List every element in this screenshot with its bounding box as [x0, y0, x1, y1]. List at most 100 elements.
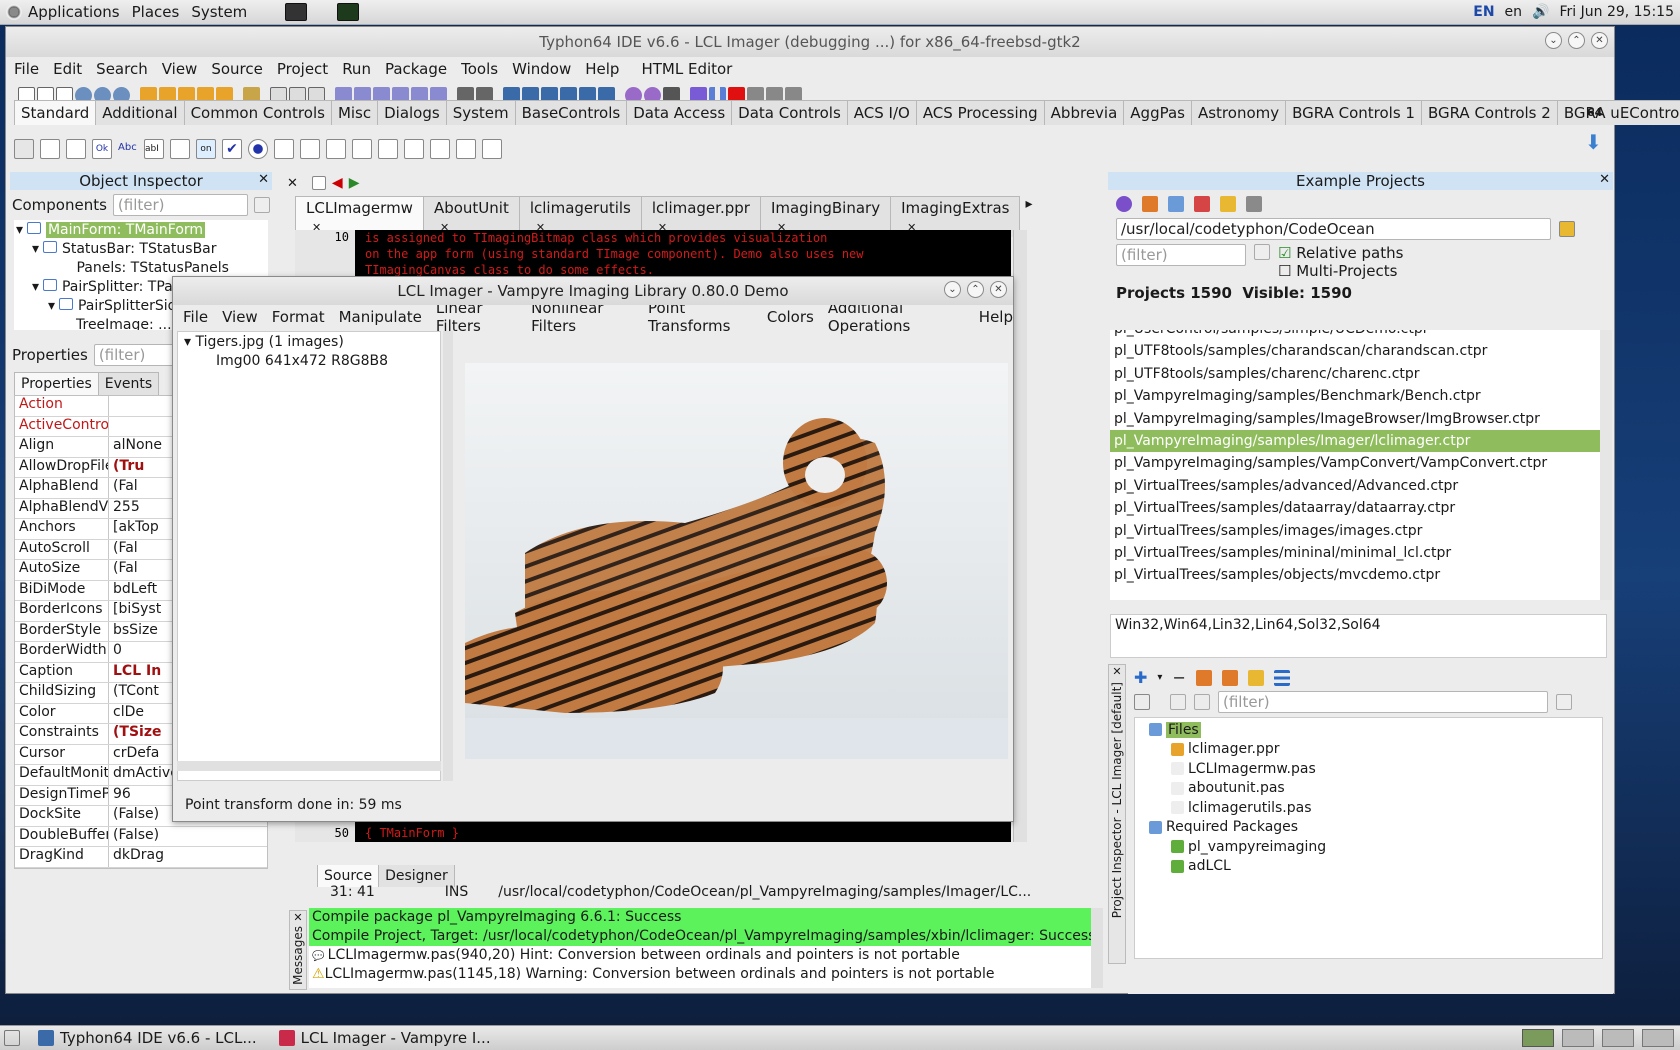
back-arrow-icon[interactable]: ◀ — [332, 175, 343, 191]
property-value[interactable]: (Fal — [109, 540, 138, 560]
menu-applications[interactable]: Applications — [28, 3, 120, 21]
tree-item[interactable]: ▾ StatusBar: TStatusBar — [16, 241, 266, 260]
menu-help[interactable]: Help — [585, 60, 619, 78]
project-list-item[interactable]: pl_UTF8tools/samples/charandscan/charand… — [1110, 340, 1602, 362]
list-scrollbar[interactable] — [1600, 330, 1612, 600]
project-list-item[interactable]: pl_VirtualTrees/samples/images/images.ct… — [1110, 520, 1602, 542]
terminal-launcher-icon[interactable] — [285, 3, 308, 21]
project-list-item[interactable]: pl_VampyreImaging/samples/Imager/lclimag… — [1110, 429, 1602, 453]
edit-component-icon[interactable]: abI — [144, 139, 164, 159]
menu-help[interactable]: Help — [979, 308, 1013, 326]
volume-icon[interactable]: 🔊 — [1532, 4, 1549, 20]
tree-scrollbar-h[interactable] — [177, 761, 441, 771]
toggle-component-icon[interactable]: on — [196, 139, 216, 159]
tab-system[interactable]: System — [445, 100, 516, 125]
project-list-item[interactable]: pl_VirtualTrees/samples/objects/mvcdemo.… — [1110, 564, 1602, 586]
actionlist-component-icon[interactable] — [482, 139, 502, 159]
workspace-3[interactable] — [1602, 1029, 1634, 1047]
menu-icon[interactable] — [1273, 669, 1290, 686]
close-button[interactable]: ✕ — [1591, 32, 1608, 49]
folder-icon[interactable] — [1220, 196, 1236, 212]
tab-aggpas[interactable]: AggPas — [1123, 100, 1192, 125]
tab-standard[interactable]: Standard — [14, 100, 97, 125]
close-icon[interactable]: ✕ — [258, 172, 269, 187]
button-component-icon[interactable]: Ok — [92, 139, 112, 159]
tab-bgra-controls-1[interactable]: BGRA Controls 1 — [1285, 100, 1422, 125]
menu-window[interactable]: Window — [512, 60, 571, 78]
menu-html-editor[interactable]: HTML Editor — [641, 60, 732, 78]
menu-format[interactable]: Format — [272, 308, 325, 326]
message-line[interactable]: Compile Project, Target: /usr/local/code… — [309, 927, 1091, 946]
minimize-button[interactable]: ⌄ — [944, 281, 961, 298]
property-value[interactable]: 0 — [109, 642, 122, 662]
taskbar-item-typhon[interactable]: Typhon64 IDE v6.6 - LCL... — [30, 1027, 265, 1049]
radiogroup-component-icon[interactable] — [378, 139, 398, 159]
menu-places[interactable]: Places — [132, 3, 180, 21]
minimize-button[interactable]: ⌄ — [1545, 32, 1562, 49]
download-arrow-icon[interactable]: ⬇ — [1585, 130, 1602, 154]
tab-bgra-uecontrols[interactable]: BGRA uEControls — [1556, 100, 1680, 125]
close-icon[interactable]: ✕ — [290, 911, 306, 924]
property-value[interactable] — [109, 396, 113, 416]
tab-bgra-controls-2[interactable]: BGRA Controls 2 — [1420, 100, 1558, 125]
project-list-item[interactable]: pl_UserControl/samples/simple/UCDemo.ctp… — [1110, 330, 1602, 340]
tab-misc[interactable]: Misc — [330, 100, 379, 125]
property-value[interactable]: (TCont — [109, 683, 159, 703]
project-list-item[interactable]: pl_VirtualTrees/samples/dataarray/dataar… — [1110, 497, 1602, 519]
workspace-4[interactable] — [1642, 1029, 1674, 1047]
property-value[interactable]: dkDrag — [109, 847, 164, 867]
tab-common-controls[interactable]: Common Controls — [183, 100, 332, 125]
tab-properties[interactable]: Properties — [14, 372, 99, 395]
project-tree-item[interactable]: adLCL — [1139, 857, 1598, 877]
tree-root[interactable]: ▾ Tigers.jpg (1 images) — [178, 332, 440, 352]
options-icon[interactable] — [1247, 669, 1264, 686]
menu-project[interactable]: Project — [277, 60, 328, 78]
maximize-button[interactable]: ⌃ — [967, 281, 984, 298]
property-value[interactable]: (Tru — [109, 458, 144, 478]
close-icon[interactable]: ✕ — [1109, 665, 1125, 678]
frame-component-icon[interactable] — [456, 139, 476, 159]
project-tree-item[interactable]: LCLImagermw.pas — [1139, 759, 1598, 779]
project-tree-item[interactable]: lclimager.ppr — [1139, 740, 1598, 760]
combobox-component-icon[interactable] — [300, 139, 320, 159]
forward-arrow-icon[interactable]: ▶ — [349, 175, 360, 191]
property-value[interactable]: (Fal — [109, 560, 138, 580]
menu-colors[interactable]: Colors — [767, 308, 814, 326]
listbox-component-icon[interactable] — [274, 139, 294, 159]
menu-file[interactable]: File — [14, 60, 39, 78]
tab-abbrevia[interactable]: Abbrevia — [1043, 100, 1125, 125]
property-value[interactable]: LCL In — [109, 663, 161, 683]
tab-events[interactable]: Events — [97, 372, 160, 395]
path-input[interactable]: /usr/local/codetyphon/CodeOcean — [1116, 218, 1551, 240]
popup-menu-component-icon[interactable] — [66, 139, 86, 159]
messages-scrollbar[interactable] — [1091, 908, 1103, 988]
tab-acs-io[interactable]: ACS I/O — [846, 100, 917, 125]
workspace-1[interactable] — [1522, 1029, 1554, 1047]
memo-component-icon[interactable] — [170, 139, 190, 159]
project-list-item[interactable]: pl_VirtualTrees/samples/mininal/minimal_… — [1110, 542, 1602, 564]
browse-folder-icon[interactable] — [1559, 221, 1575, 237]
add-icon[interactable]: ✚ — [1134, 668, 1147, 687]
project-list-item[interactable]: pl_UTF8tools/samples/charenc/charenc.ctp… — [1110, 363, 1602, 385]
property-value[interactable]: (TSize — [109, 724, 161, 744]
project-list-item[interactable]: pl_VampyreImaging/samples/ImageBrowser/I… — [1110, 408, 1602, 430]
pi-filter-input[interactable]: (filter) — [1218, 691, 1548, 713]
remove-icon[interactable]: − — [1172, 668, 1185, 687]
menu-tools[interactable]: Tools — [461, 60, 498, 78]
menu-search[interactable]: Search — [96, 60, 148, 78]
close-icon[interactable]: ✕ — [1599, 172, 1610, 187]
settings-icon[interactable] — [1246, 196, 1262, 212]
message-line[interactable]: ⚠LCLImagermw.pas(1145,18) Warning: Conve… — [309, 965, 1091, 984]
clear-filter-icon[interactable] — [254, 197, 270, 213]
message-line[interactable]: 💬 LCLImagermw.pas(940,20) Hint: Conversi… — [309, 946, 1091, 965]
scrollbar-component-icon[interactable] — [326, 139, 346, 159]
close-button[interactable]: ✕ — [990, 281, 1007, 298]
options-icon[interactable] — [1195, 669, 1212, 686]
sort-icon[interactable] — [1194, 694, 1210, 710]
tab-additional[interactable]: Additional — [95, 100, 185, 125]
taskbar-item-imager[interactable]: LCL Imager - Vampyre I... — [271, 1027, 499, 1049]
example-filter-input[interactable]: (filter) — [1116, 244, 1246, 266]
menu-view[interactable]: View — [222, 308, 258, 326]
property-value[interactable]: alNone — [109, 437, 162, 457]
groupbox-component-icon[interactable] — [352, 139, 372, 159]
